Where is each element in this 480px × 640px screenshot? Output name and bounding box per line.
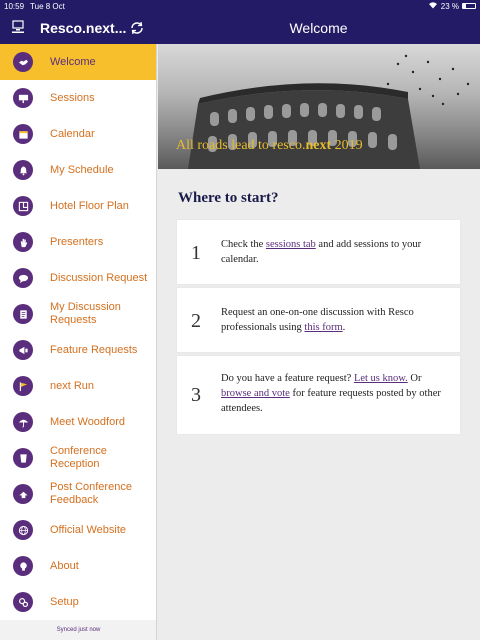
feature-request-link[interactable]: Let us know. (354, 373, 408, 384)
sidebar-item-setup[interactable]: Setup (0, 584, 156, 620)
step-card-3: 3 Do you have a feature request? Let us … (177, 356, 460, 434)
handshake-icon (13, 52, 33, 72)
sidebar-item-meet-woodford[interactable]: Meet Woodford (0, 404, 156, 440)
status-date: Tue 8 Oct (30, 1, 65, 11)
gears-icon (13, 592, 33, 612)
sidebar-item-my-discussion-requests[interactable]: My Discussion Requests (0, 296, 156, 332)
sidebar-item-conference-reception[interactable]: Conference Reception (0, 440, 156, 476)
step-card-1: 1 Check the sessions tab and add session… (177, 220, 460, 284)
floor-plan-icon (13, 196, 33, 216)
sidebar-item-about[interactable]: About (0, 548, 156, 584)
sidebar-item-label: Post Conference Feedback (50, 481, 132, 506)
sidebar-item-discussion-request[interactable]: Discussion Request (0, 260, 156, 296)
sidebar-item-presenters[interactable]: Presenters (0, 224, 156, 260)
sidebar-item-label: next Run (50, 379, 95, 392)
sidebar-item-label: Conference Reception (50, 445, 107, 470)
page-title: Welcome (289, 20, 348, 36)
globe-icon (13, 520, 33, 540)
sidebar-item-sessions[interactable]: Sessions (0, 80, 156, 116)
menu-icon[interactable] (10, 19, 26, 35)
discussion-form-link[interactable]: this form (304, 322, 342, 333)
hand-icon (13, 232, 33, 252)
sidebar-item-label: My Schedule (50, 163, 114, 176)
chat-icon (13, 268, 33, 288)
battery-percent: 23 % (440, 1, 459, 11)
sidebar-item-feature-requests[interactable]: Feature Requests (0, 332, 156, 368)
app-header: Resco.next... Welcome (0, 12, 480, 44)
battery-icon (462, 3, 476, 9)
step-text: Request an one-on-one discussion with Re… (221, 307, 414, 333)
step-number: 1 (191, 242, 201, 264)
bell-icon (13, 160, 33, 180)
hero-banner: All roads lead to resco.next 2019 (158, 44, 480, 169)
sidebar-item-my-schedule[interactable]: My Schedule (0, 152, 156, 188)
step-card-2: 2 Request an one-on-one discussion with … (177, 288, 460, 352)
step-number: 2 (191, 310, 201, 332)
sidebar-item-label: Calendar (50, 127, 95, 140)
flag-icon (13, 376, 33, 396)
browse-vote-link[interactable]: browse and vote (221, 388, 290, 399)
sidebar-item-label: Meet Woodford (50, 415, 126, 428)
sidebar-item-label: My Discussion Requests (50, 301, 121, 326)
document-icon (13, 304, 33, 324)
sidebar-item-welcome[interactable]: Welcome (0, 44, 156, 80)
sidebar-item-label: Setup (50, 595, 79, 608)
sidebar-item-label: Hotel Floor Plan (50, 199, 129, 212)
sidebar-item-label: About (50, 559, 79, 572)
sidebar: Welcome Sessions Calendar My Schedule Hotel … (0, 44, 157, 640)
bulb-icon (13, 556, 33, 576)
sidebar-item-next-run[interactable]: next Run (0, 368, 156, 404)
banner-tagline: All roads lead to resco.next 2019 (176, 138, 363, 153)
app-title: Resco.next... (40, 20, 127, 36)
sidebar-item-label: Discussion Request (50, 271, 148, 284)
sync-status: Synced just now (0, 620, 156, 640)
sync-icon[interactable] (128, 19, 146, 37)
main-content: All roads lead to resco.next 2019 Where … (158, 44, 480, 640)
sidebar-item-hotel-floor-plan[interactable]: Hotel Floor Plan (0, 188, 156, 224)
megaphone-icon (13, 340, 33, 360)
status-time: 10:59 (4, 1, 25, 11)
sidebar-item-label: Feature Requests (50, 343, 138, 356)
sidebar-item-official-website[interactable]: Official Website (0, 512, 156, 548)
sidebar-item-label: Official Website (50, 523, 127, 536)
sidebar-item-label: Sessions (50, 91, 95, 104)
glass-icon (13, 448, 33, 468)
sidebar-item-post-conference-feedback[interactable]: Post Conference Feedback (0, 476, 156, 512)
sidebar-item-calendar[interactable]: Calendar (0, 116, 156, 152)
umbrella-icon (13, 412, 33, 432)
sessions-tab-link[interactable]: sessions tab (266, 239, 316, 250)
step-text: Do you have a feature request? Let us kn… (221, 373, 441, 414)
calendar-icon (13, 124, 33, 144)
wifi-icon (428, 1, 438, 11)
presentation-icon (13, 88, 33, 108)
status-bar: 10:59 Tue 8 Oct 23 % (0, 0, 480, 12)
sidebar-item-label: Presenters (50, 235, 104, 248)
sidebar-item-label: Welcome (50, 55, 96, 68)
step-text: Check the sessions tab and add sessions … (221, 239, 422, 265)
feedback-icon (13, 484, 33, 504)
section-heading: Where to start? (178, 190, 279, 206)
step-number: 3 (191, 384, 201, 406)
